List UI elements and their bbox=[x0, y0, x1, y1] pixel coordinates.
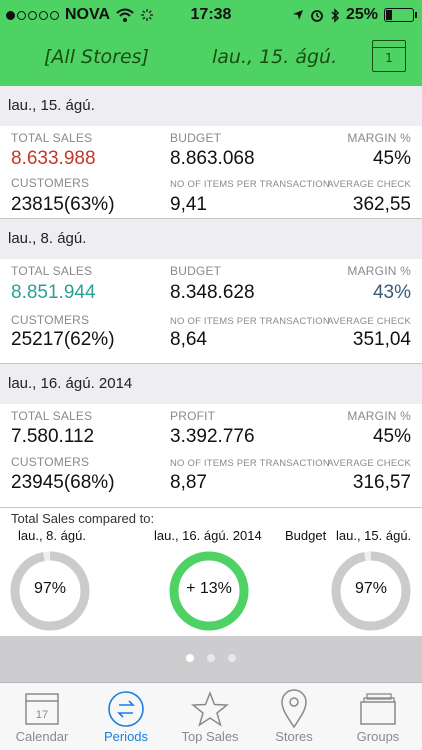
status-bar: NOVA 17:38 25% bbox=[0, 0, 422, 30]
items-value: 8,64 bbox=[170, 329, 207, 350]
gauge-value: + 13% bbox=[186, 580, 232, 597]
margin-value: 43% bbox=[372, 282, 411, 303]
total-sales-value: 8.851.944 bbox=[11, 282, 96, 303]
sales-comparison[interactable]: Total Sales compared to: lau., 8. ágú. l… bbox=[0, 508, 422, 636]
nav-date[interactable]: lau., 15. ágú. bbox=[212, 46, 337, 68]
items-label: NO OF ITEMS PER TRANSACTION bbox=[170, 458, 330, 469]
budget-label: BUDGET bbox=[170, 264, 222, 278]
margin-label: MARGIN % bbox=[347, 131, 411, 145]
map-pin-icon bbox=[281, 689, 307, 729]
total-sales-label: TOTAL SALES bbox=[11, 131, 93, 145]
compare-label: lau., 8. ágú. bbox=[18, 528, 86, 543]
margin-label: MARGIN % bbox=[347, 409, 411, 423]
page-control[interactable] bbox=[0, 636, 422, 682]
nav-bar: [All Stores] lau., 15. ágú. 1 bbox=[0, 38, 422, 80]
compare-label: lau., 16. ágú. 2014 bbox=[154, 528, 262, 543]
total-sales-label: TOTAL SALES bbox=[11, 264, 93, 278]
profit-value: 3.392.776 bbox=[170, 426, 255, 447]
total-sales-value: 8.633.988 bbox=[11, 148, 96, 169]
customers-value: 23815(63%) bbox=[11, 194, 115, 215]
items-value: 9,41 bbox=[170, 194, 207, 215]
section-header: lau., 15. ágú. bbox=[0, 86, 422, 126]
budget-value: 8.863.068 bbox=[170, 148, 255, 169]
tab-periods[interactable]: Periods bbox=[84, 689, 168, 744]
tab-calendar[interactable]: 17 Calendar bbox=[0, 689, 84, 744]
period-card[interactable]: TOTAL SALES 8.633.988 BUDGET 8.863.068 M… bbox=[0, 126, 422, 219]
section-header: lau., 8. ágú. bbox=[0, 219, 422, 259]
store-selector[interactable]: [All Stores] bbox=[44, 46, 149, 68]
tab-label: Calendar bbox=[15, 729, 69, 744]
battery-percent: 25% bbox=[345, 6, 378, 23]
alarm-icon bbox=[311, 10, 323, 22]
periods-icon bbox=[108, 691, 144, 727]
total-sales-value: 7.580.112 bbox=[11, 426, 95, 447]
tab-label: Groups bbox=[356, 729, 400, 744]
gauge-value: 97% bbox=[354, 580, 388, 597]
tab-groups[interactable]: Groups bbox=[336, 689, 420, 744]
items-label: NO OF ITEMS PER TRANSACTION bbox=[170, 316, 330, 327]
tab-bar: 17 Calendar Periods Top Sales Stores Gro… bbox=[0, 682, 422, 750]
compare-label: lau., 15. ágú. bbox=[336, 528, 412, 543]
calendar-icon-day: 17 bbox=[36, 709, 48, 721]
items-value: 8,87 bbox=[170, 472, 207, 493]
total-sales-label: TOTAL SALES bbox=[11, 409, 93, 423]
period-card[interactable]: TOTAL SALES 8.851.944 BUDGET 8.348.628 M… bbox=[0, 259, 422, 364]
customers-label: CUSTOMERS bbox=[11, 176, 90, 190]
average-check-label: AVERAGE CHECK bbox=[327, 458, 411, 469]
section-header: lau., 16. ágú. 2014 bbox=[0, 364, 422, 404]
margin-value: 45% bbox=[372, 148, 411, 169]
items-label: NO OF ITEMS PER TRANSACTION bbox=[170, 179, 330, 190]
battery-icon bbox=[384, 8, 417, 22]
star-icon bbox=[191, 691, 229, 727]
margin-label: MARGIN % bbox=[347, 264, 411, 278]
tab-label: Stores bbox=[275, 729, 313, 744]
page-dot[interactable] bbox=[186, 654, 194, 662]
customers-label: CUSTOMERS bbox=[11, 313, 90, 327]
tab-label: Top Sales bbox=[181, 729, 239, 744]
period-card[interactable]: TOTAL SALES 7.580.112 PROFIT 3.392.776 M… bbox=[0, 404, 422, 508]
bluetooth-icon bbox=[331, 7, 340, 23]
customers-value: 23945(68%) bbox=[11, 472, 115, 493]
budget-value: 8.348.628 bbox=[170, 282, 255, 303]
budget-label: BUDGET bbox=[170, 131, 222, 145]
location-arrow-icon bbox=[292, 10, 303, 20]
average-check-label: AVERAGE CHECK bbox=[327, 179, 411, 190]
compare-label: Budget bbox=[285, 528, 327, 543]
average-check-value: 362,55 bbox=[352, 194, 411, 215]
page-dot[interactable] bbox=[228, 654, 236, 662]
average-check-value: 351,04 bbox=[352, 329, 411, 350]
calendar-icon: 17 bbox=[25, 693, 59, 725]
tab-top-sales[interactable]: Top Sales bbox=[168, 689, 252, 744]
customers-label: CUSTOMERS bbox=[11, 455, 90, 469]
comparison-gauge: 97% bbox=[10, 551, 90, 631]
tab-stores[interactable]: Stores bbox=[252, 689, 336, 744]
top-header: NOVA 17:38 25% [All Stores] lau., 15. ág… bbox=[0, 0, 422, 86]
average-check-value: 316,57 bbox=[352, 472, 411, 493]
customers-value: 25217(62%) bbox=[11, 329, 115, 350]
comparison-gauge: 97% bbox=[331, 551, 411, 631]
tab-label: Periods bbox=[103, 729, 149, 744]
groups-icon bbox=[360, 693, 396, 725]
page-dot[interactable] bbox=[207, 654, 215, 662]
average-check-label: AVERAGE CHECK bbox=[327, 316, 411, 327]
profit-label: PROFIT bbox=[170, 409, 216, 423]
calendar-day: 1 bbox=[385, 51, 393, 65]
calendar-button[interactable]: 1 bbox=[372, 40, 406, 72]
comparison-gauge: + 13% bbox=[169, 551, 249, 631]
margin-value: 45% bbox=[372, 426, 411, 447]
gauge-value: 97% bbox=[33, 580, 67, 597]
comparison-title: Total Sales compared to: bbox=[11, 511, 155, 526]
